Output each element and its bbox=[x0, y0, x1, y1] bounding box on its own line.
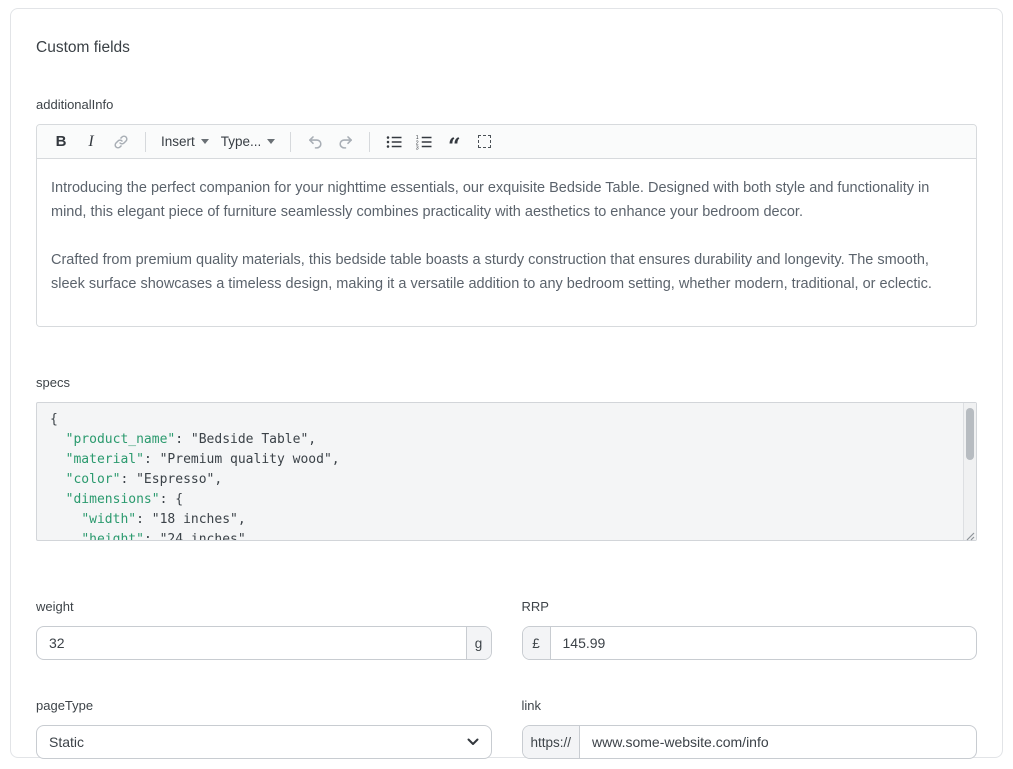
currency-addon: £ bbox=[523, 627, 551, 659]
rrp-field: RRP £ bbox=[522, 599, 978, 660]
fields-row-2: pageType Static link https:// bbox=[36, 698, 977, 759]
toolbar-divider bbox=[145, 132, 146, 152]
embed-block-icon bbox=[478, 135, 491, 148]
weight-unit-addon: g bbox=[466, 627, 491, 659]
rte-content[interactable]: Introducing the perfect companion for yo… bbox=[37, 159, 976, 326]
weight-label: weight bbox=[36, 599, 492, 614]
chevron-down-icon bbox=[467, 733, 479, 751]
type-dropdown-label: Type... bbox=[221, 134, 262, 149]
specs-field: specs { "product_name": "Bedside Table",… bbox=[36, 375, 977, 541]
fields-row-1: weight g RRP £ bbox=[36, 599, 977, 660]
toolbar-divider bbox=[290, 132, 291, 152]
italic-button[interactable]: I bbox=[77, 129, 105, 155]
card-title: Custom fields bbox=[36, 39, 977, 57]
additional-info-label: additionalInfo bbox=[36, 97, 977, 112]
weight-input[interactable] bbox=[37, 627, 466, 659]
custom-fields-card: Custom fields additionalInfo B I Inse bbox=[10, 8, 1003, 758]
ordered-list-button[interactable]: 1 2 3 bbox=[410, 129, 438, 155]
blockquote-button[interactable]: “ bbox=[440, 129, 468, 155]
chevron-down-icon bbox=[201, 139, 209, 144]
rte-paragraph: Introducing the perfect companion for yo… bbox=[51, 176, 962, 224]
rte-toolbar: B I Insert Type... bbox=[37, 125, 976, 159]
toolbar-divider bbox=[369, 132, 370, 152]
page-type-field: pageType Static bbox=[36, 698, 492, 759]
type-dropdown[interactable]: Type... bbox=[216, 129, 281, 155]
specs-label: specs bbox=[36, 375, 977, 390]
rich-text-editor: B I Insert Type... bbox=[36, 124, 977, 327]
protocol-addon: https:// bbox=[523, 726, 581, 758]
redo-button[interactable] bbox=[331, 129, 359, 155]
link-label: link bbox=[522, 698, 978, 713]
page-type-select[interactable]: Static bbox=[36, 725, 492, 759]
ordered-list-icon: 1 2 3 bbox=[415, 133, 433, 151]
link-icon bbox=[113, 134, 129, 150]
resize-grip-icon[interactable] bbox=[964, 528, 975, 539]
insert-dropdown[interactable]: Insert bbox=[156, 129, 214, 155]
weight-field: weight g bbox=[36, 599, 492, 660]
code-editor-wrap: { "product_name": "Bedside Table", "mate… bbox=[36, 402, 977, 541]
rrp-input[interactable] bbox=[551, 627, 977, 659]
bold-button[interactable]: B bbox=[47, 129, 75, 155]
link-field: link https:// bbox=[522, 698, 978, 759]
code-scrollbar[interactable] bbox=[963, 403, 976, 540]
link-button[interactable] bbox=[107, 129, 135, 155]
undo-icon bbox=[307, 133, 324, 150]
page-type-label: pageType bbox=[36, 698, 492, 713]
additional-info-field: additionalInfo B I Insert bbox=[36, 97, 977, 327]
rte-paragraph: Crafted from premium quality materials, … bbox=[51, 248, 962, 296]
page-type-selected-value: Static bbox=[37, 734, 84, 750]
specs-code-editor[interactable]: { "product_name": "Bedside Table", "mate… bbox=[36, 402, 977, 541]
bullet-list-button[interactable] bbox=[380, 129, 408, 155]
undo-button[interactable] bbox=[301, 129, 329, 155]
embed-block-button[interactable] bbox=[470, 129, 498, 155]
bullet-list-icon bbox=[385, 133, 403, 151]
chevron-down-icon bbox=[267, 139, 275, 144]
blockquote-icon: “ bbox=[448, 142, 461, 152]
svg-text:3: 3 bbox=[416, 145, 419, 151]
link-input[interactable] bbox=[580, 726, 976, 758]
insert-dropdown-label: Insert bbox=[161, 134, 195, 149]
redo-icon bbox=[337, 133, 354, 150]
rrp-label: RRP bbox=[522, 599, 978, 614]
code-scrollbar-thumb[interactable] bbox=[966, 408, 974, 460]
